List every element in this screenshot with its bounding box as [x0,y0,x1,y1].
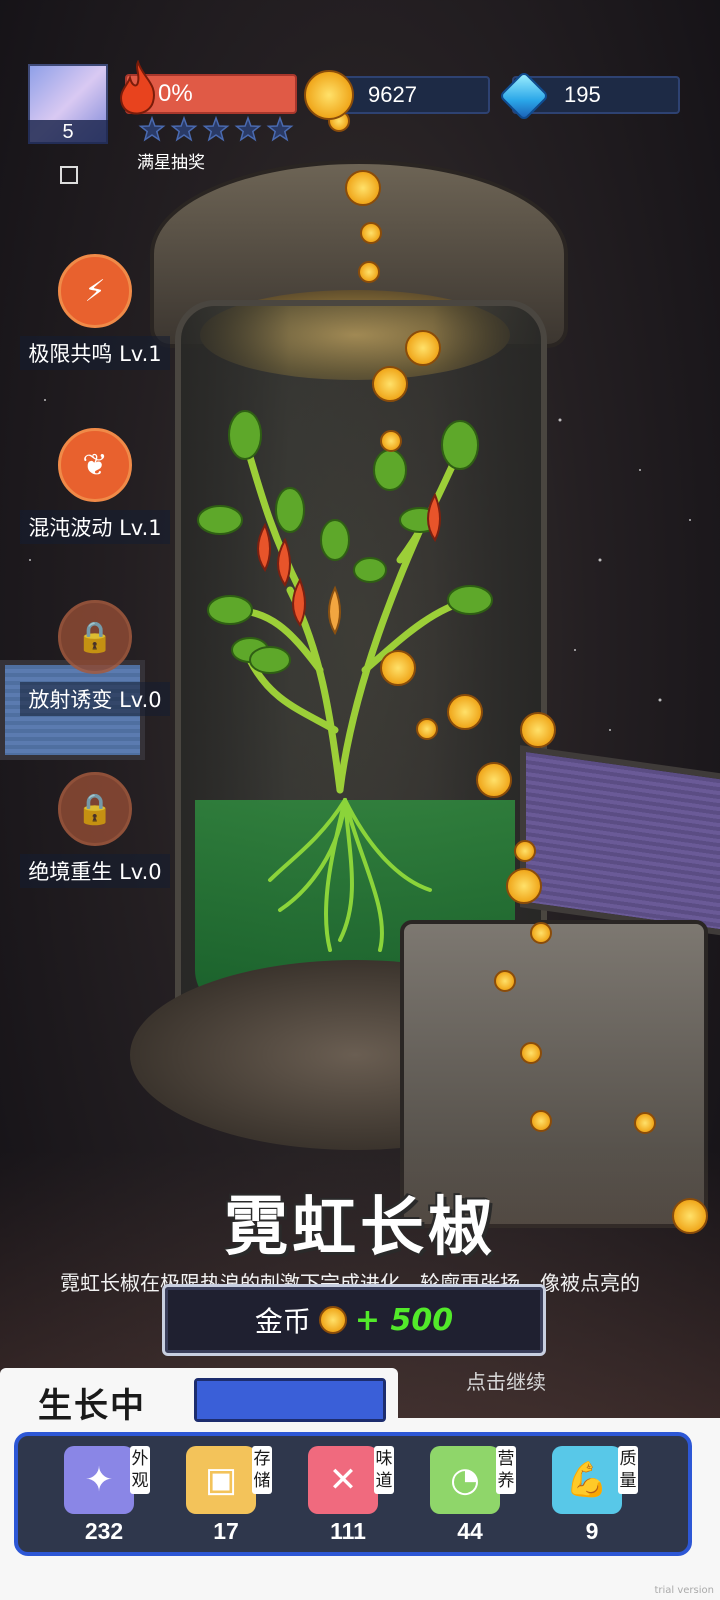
reward-amount: + 500 [354,1302,454,1338]
stat-tag: 营养 [496,1446,516,1494]
coin-icon [405,330,441,366]
star-rating [138,116,294,142]
lock-icon: 🔒 [58,600,132,674]
stat-value: 111 [330,1518,366,1544]
option-checkbox[interactable] [60,166,78,184]
coin-icon [447,694,483,730]
coin-icon [372,366,408,402]
stat-nutrition[interactable]: ◔ 营养 44 [394,1444,516,1554]
heat-percent: 0% [158,80,193,107]
star-icon [138,116,166,142]
coin-icon [520,712,556,748]
stat-tag: 存储 [252,1446,272,1494]
stat-appearance[interactable]: ✦ 外观 232 [28,1444,150,1554]
stat-tag: 外观 [130,1446,150,1494]
growth-progress-fill [197,1381,383,1419]
skill-label: 放射诱变 Lv.0 [20,682,170,716]
coin-icon [380,430,402,452]
tap-to-continue[interactable]: 点击继续 [466,1366,546,1395]
skill-label: 混沌波动 Lv.1 [20,510,170,544]
plant-name: 霓虹长椒 [224,1191,496,1265]
player-level: 5 [28,120,108,144]
coin-icon [530,922,552,944]
right-monitor [520,745,720,937]
skill-resonance[interactable]: ⚡ 极限共鸣 Lv.1 [10,254,180,370]
chaos-wave-icon: ❦ [58,428,132,502]
skill-label: 极限共鸣 Lv.1 [20,336,170,370]
stat-tag: 味道 [374,1446,394,1494]
stat-tag: 质量 [618,1446,638,1494]
coin-icon [520,1042,542,1064]
stat-value: 44 [457,1518,483,1544]
full-star-lottery-label[interactable]: 满星抽奖 [137,148,205,173]
coin-icon [530,1110,552,1132]
lock-icon: 🔒 [58,772,132,846]
stat-quality[interactable]: 💪 质量 9 [516,1444,638,1554]
coin-icon [494,970,516,992]
stat-value: 17 [213,1518,239,1544]
gem-count: 195 [564,82,601,107]
coin-icon [304,70,354,120]
watermark: trial version [654,1585,714,1596]
resonance-icon: ⚡ [58,254,132,328]
coin-icon [514,840,536,862]
growth-status: 生长中 [38,1386,146,1426]
neon-pepper-plant[interactable] [190,410,520,970]
star-icon [170,116,198,142]
growth-progress-bar [194,1378,386,1422]
coin-icon [634,1112,656,1134]
coin-icon [360,222,382,244]
star-icon [234,116,262,142]
fork-knife-icon: ✕ [308,1446,378,1514]
coin-reward-banner[interactable]: 金币 + 500 [162,1284,546,1356]
skill-chaos-wave[interactable]: ❦ 混沌波动 Lv.1 [10,428,180,544]
box-icon: ▣ [186,1446,256,1514]
coin-icon [476,762,512,798]
coin-count: 9627 [368,82,417,107]
star-icon [266,116,294,142]
fruit-icon: ◔ [430,1446,500,1514]
sparkle-icon: ✦ [64,1446,134,1514]
coin-icon [380,650,416,686]
attribute-stats: ✦ 外观 232 ▣ 存储 17 ✕ 味道 111 ◔ 营养 44 💪 质量 9 [14,1432,692,1556]
coin-icon [358,261,380,283]
stat-taste[interactable]: ✕ 味道 111 [272,1444,394,1554]
skill-radiation-mutation[interactable]: 🔒 放射诱变 Lv.0 [10,600,180,716]
stat-storage[interactable]: ▣ 存储 17 [150,1444,272,1554]
stat-value: 9 [585,1518,599,1544]
coin-icon [506,868,542,904]
star-icon [202,116,230,142]
coin-icon [318,1306,347,1334]
flame-icon [120,60,155,115]
coin-icon [345,170,381,206]
stat-value: 232 [84,1518,124,1544]
skill-label: 绝境重生 Lv.0 [20,854,170,888]
muscle-icon: 💪 [552,1446,622,1514]
skill-desperate-rebirth[interactable]: 🔒 绝境重生 Lv.0 [10,772,180,888]
coin-icon [416,718,438,740]
reward-label: 金币 [254,1305,311,1338]
